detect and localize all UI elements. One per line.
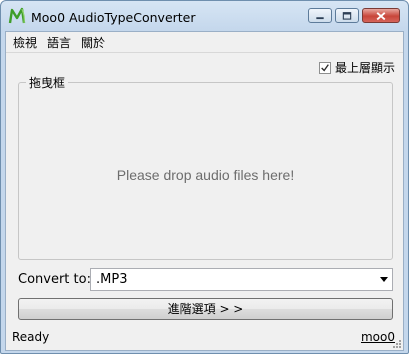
- menu-language[interactable]: 語言: [42, 34, 76, 51]
- menu-about[interactable]: 關於: [76, 34, 110, 51]
- format-select-value: .MP3: [96, 272, 128, 287]
- format-select[interactable]: .MP3: [90, 268, 393, 291]
- resize-grip-icon[interactable]: [391, 338, 402, 349]
- always-on-top-label: 最上層顯示: [334, 61, 395, 75]
- moo0-link[interactable]: moo0: [361, 330, 395, 344]
- menu-view[interactable]: 檢視: [6, 34, 42, 51]
- always-on-top-option[interactable]: 最上層顯示: [318, 59, 395, 76]
- window-controls: [308, 8, 400, 25]
- drop-hint: Please drop audio files here!: [116, 167, 295, 183]
- drop-zone-legend: 拖曳框: [26, 74, 69, 91]
- close-icon: [376, 12, 386, 21]
- minimize-button[interactable]: [308, 8, 332, 23]
- title-bar[interactable]: Moo0 AudioTypeConverter: [1, 1, 408, 31]
- drop-zone[interactable]: 拖曳框 Please drop audio files here!: [18, 74, 393, 260]
- menu-bar: 檢視 語言 關於: [6, 32, 403, 53]
- close-button[interactable]: [362, 8, 400, 23]
- maximize-icon: [342, 12, 352, 20]
- convert-to-label: Convert to:: [18, 272, 91, 287]
- advanced-options-button[interactable]: 進階選項 > >: [18, 298, 393, 320]
- chevron-down-icon: [380, 277, 388, 282]
- app-window: Moo0 AudioTypeConverter 檢視 語言 關於 最上層顯示 拖…: [0, 0, 409, 354]
- moo0-leaf-icon: [8, 7, 26, 24]
- maximize-button[interactable]: [335, 8, 359, 23]
- always-on-top-checkbox[interactable]: [318, 61, 331, 74]
- checkmark-icon: [321, 63, 329, 72]
- window-title: Moo0 AudioTypeConverter: [31, 10, 196, 25]
- status-text: Ready: [12, 330, 50, 344]
- minimize-icon: [316, 17, 324, 20]
- client-area: 檢視 語言 關於 最上層顯示 拖曳框 Please drop audio fil…: [5, 31, 404, 351]
